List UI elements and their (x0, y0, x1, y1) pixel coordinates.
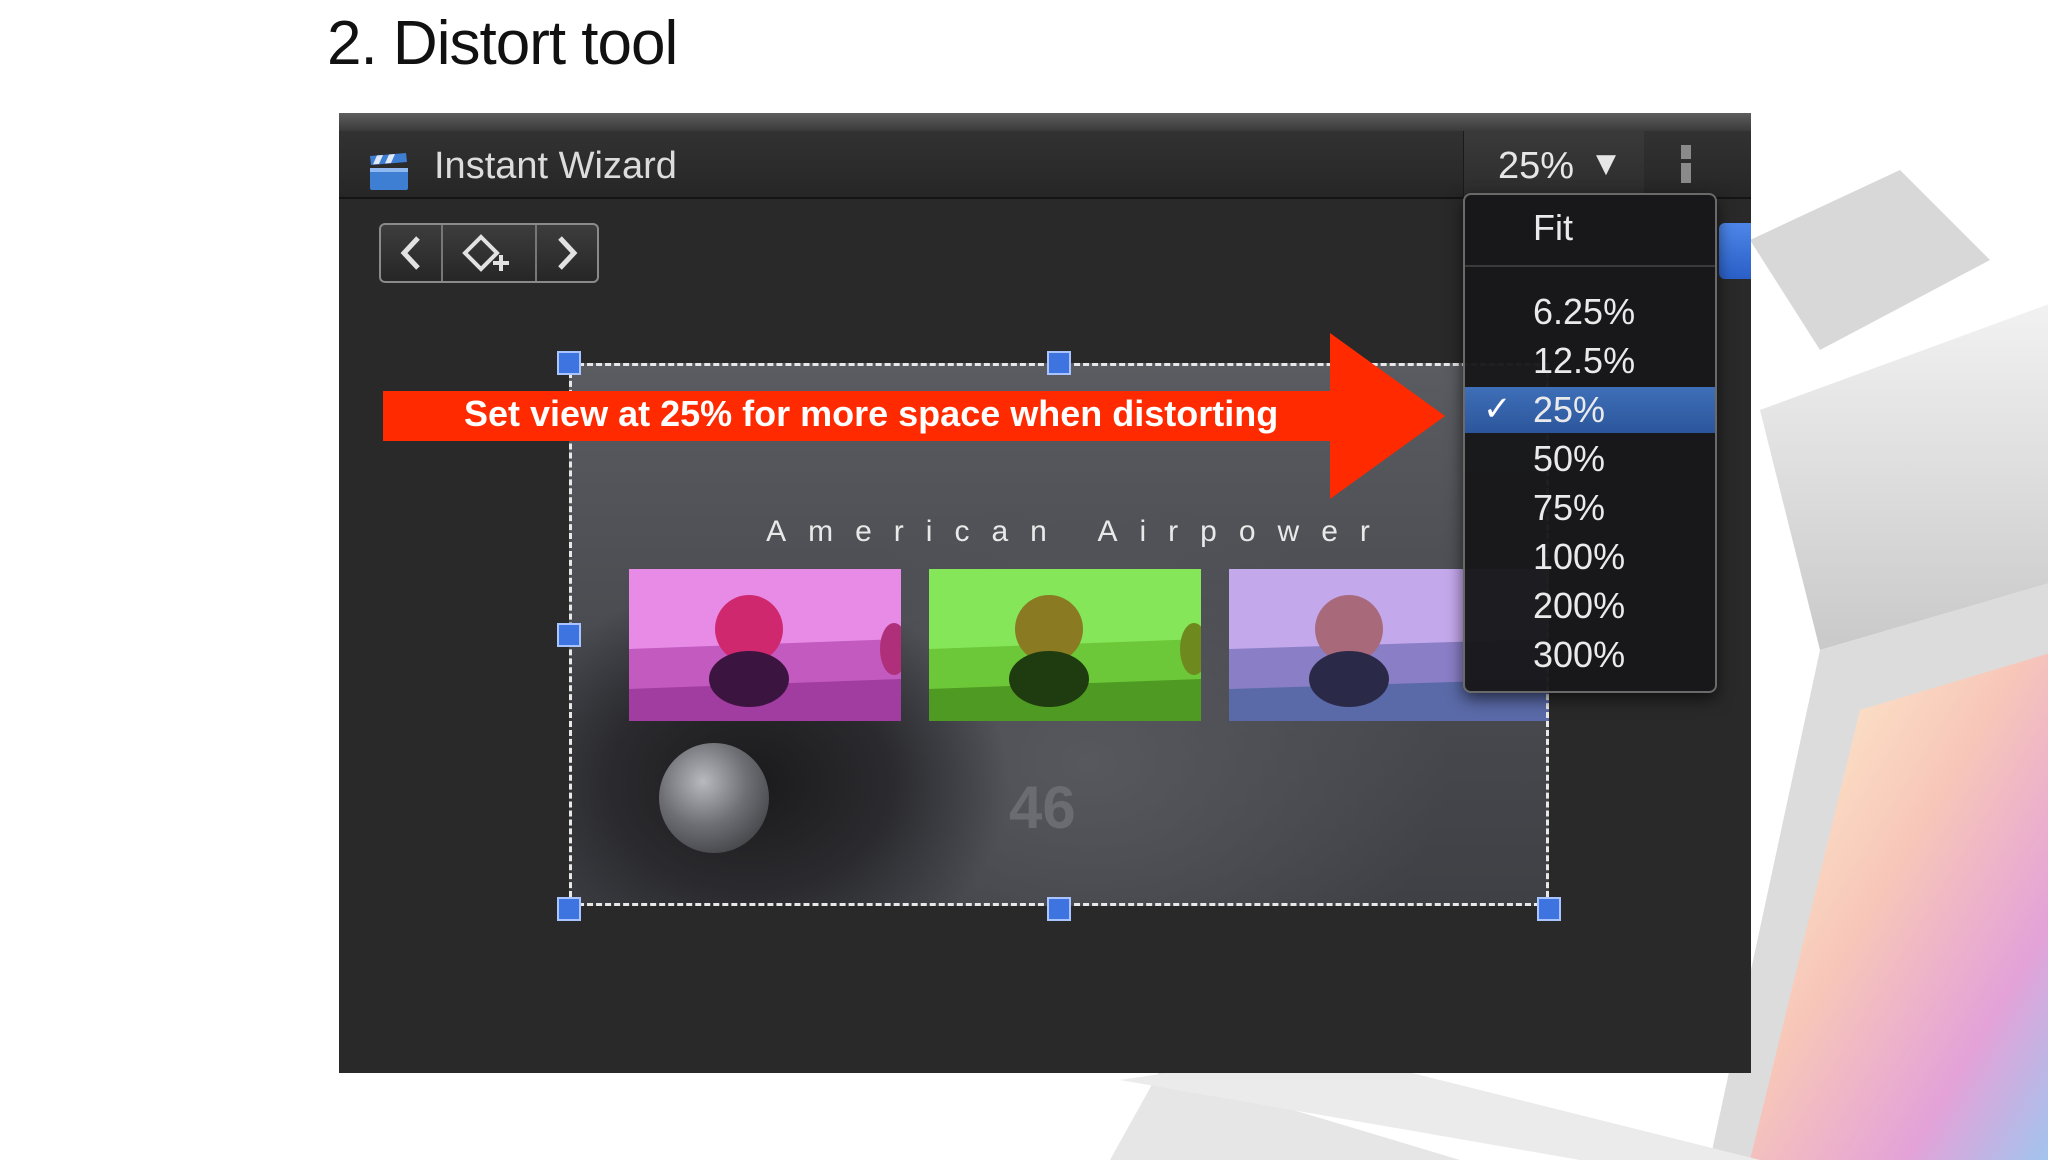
window-top-edge (339, 113, 1751, 131)
chevron-right-icon (558, 236, 578, 270)
zoom-menu-item-12-5[interactable]: 12.5% (1465, 338, 1715, 384)
zoom-menu-item-200[interactable]: 200% (1465, 583, 1715, 629)
add-keyframe-button[interactable] (443, 225, 537, 281)
zoom-dropdown-menu: Fit 6.25% 12.5% ✓ 25% 50% 75% 100% 200% … (1463, 193, 1717, 693)
instant-wizard-window: Instant Wizard 25% ▼ 46 American Airpowe… (339, 113, 1751, 1073)
zoom-menu-item-100[interactable]: 100% (1465, 534, 1715, 580)
previous-keyframe-button[interactable] (381, 225, 443, 281)
zoom-menu-item-25[interactable]: ✓ 25% (1465, 387, 1715, 433)
inspector-button-edge[interactable] (1719, 223, 1751, 279)
triangle-down-icon: ▼ (1596, 149, 1616, 179)
zoom-menu-item-50[interactable]: 50% (1465, 436, 1715, 482)
window-title: Instant Wizard (434, 145, 677, 187)
add-keyframe-icon (462, 234, 509, 272)
title-bar: Instant Wizard 25% ▼ (339, 131, 1751, 199)
zoom-menu-item-fit[interactable]: Fit (1465, 205, 1715, 251)
keyframe-navigation (379, 223, 599, 283)
callout-text: Set view at 25% for more space when dist… (464, 393, 1279, 434)
clapperboard-icon (370, 153, 408, 190)
checkmark-icon: ✓ (1483, 390, 1512, 428)
view-options-icon[interactable] (1679, 145, 1693, 183)
zoom-popup-button[interactable]: 25% ▼ (1463, 131, 1644, 197)
next-keyframe-button[interactable] (537, 225, 597, 281)
zoom-value: 25% (1498, 145, 1575, 187)
distort-handle-bottom-left[interactable] (557, 897, 581, 921)
chevron-left-icon (400, 236, 420, 270)
slide-title: 2. Distort tool (327, 9, 678, 78)
distort-handle-middle-left[interactable] (557, 623, 581, 647)
zoom-menu-item-300[interactable]: 300% (1465, 632, 1715, 678)
distort-handle-bottom-center[interactable] (1047, 897, 1071, 921)
zoom-menu-item-6-25[interactable]: 6.25% (1465, 289, 1715, 335)
distort-handle-bottom-right[interactable] (1537, 897, 1561, 921)
zoom-menu-item-75[interactable]: 75% (1465, 485, 1715, 531)
menu-separator (1465, 265, 1715, 267)
